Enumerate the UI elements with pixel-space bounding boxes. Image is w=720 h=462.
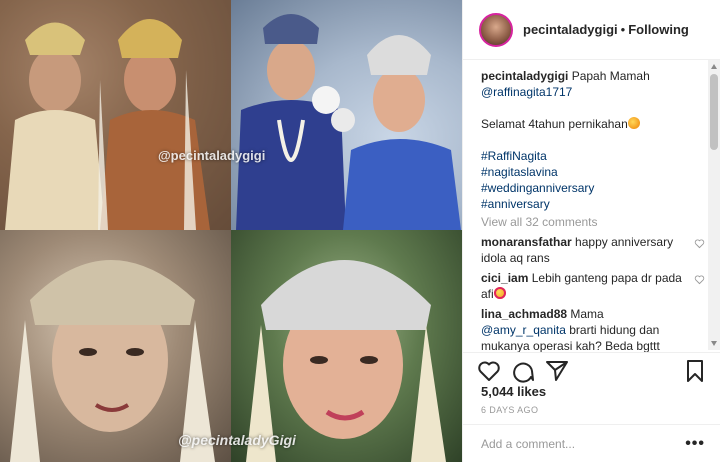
instagram-post: @pecintaladygigi @pecintaladyGigi pecint… — [0, 0, 720, 462]
comment-mention[interactable]: @amy_r_qanita — [481, 323, 566, 337]
caption-username[interactable]: pecintaladygigi — [481, 69, 568, 83]
like-heart-icon[interactable] — [477, 359, 501, 383]
hashtag[interactable]: #nagitaslavina — [481, 164, 705, 180]
share-icon[interactable] — [545, 359, 569, 383]
action-bar — [463, 352, 720, 386]
comment-username[interactable]: lina_achmad88 — [481, 307, 567, 321]
photo-quadrant-top-left — [0, 0, 231, 230]
like-comment-heart-icon[interactable] — [694, 238, 705, 249]
like-comment-heart-icon[interactable] — [694, 274, 705, 285]
comment-item: cici_iam Lebih ganteng papa dr pada afi — [481, 270, 705, 302]
more-options-icon[interactable]: ••• — [685, 435, 705, 453]
photo-quadrant-bottom-right — [231, 230, 462, 462]
photo-quadrant-bottom-left — [0, 230, 231, 462]
photo-quadrant-top-right — [231, 0, 462, 230]
photo-watermark-top: @pecintaladygigi — [158, 148, 266, 163]
comment-text: Mama — [570, 307, 604, 321]
hashtag[interactable]: #weddinganniversary — [481, 180, 705, 196]
kiss-emoji-icon — [627, 117, 640, 129]
post-side-panel: pecintaladygigi • Following pecintaladyg… — [462, 0, 720, 462]
bookmark-icon[interactable] — [683, 359, 707, 383]
view-all-comments-link[interactable]: View all 32 comments — [481, 214, 705, 230]
photo-watermark-bottom: @pecintaladyGigi — [178, 432, 296, 448]
comment-username[interactable]: monaransfathar — [481, 235, 572, 249]
avatar[interactable] — [479, 12, 513, 47]
post-header: pecintaladygigi • Following — [463, 0, 720, 60]
header-username[interactable]: pecintaladygigi — [523, 22, 618, 37]
comments-scrollbar[interactable] — [708, 60, 720, 350]
comment-item: lina_achmad88 Mama @amy_r_qanita brarti … — [481, 306, 705, 354]
caption-line2: Selamat 4tahun pernikahan — [481, 117, 628, 131]
scroll-down-arrow-icon[interactable] — [711, 341, 717, 346]
hashtag[interactable]: #RaffiNagita — [481, 148, 705, 164]
comment-bubble-icon[interactable] — [511, 359, 535, 383]
comment-item: monaransfathar happy anniversary idola a… — [481, 234, 705, 266]
caption: pecintaladygigi Papah Mamah @raffinagita… — [481, 68, 705, 212]
scroll-up-arrow-icon[interactable] — [711, 64, 717, 69]
hashtag[interactable]: #anniversary — [481, 196, 705, 212]
add-comment-input[interactable] — [481, 436, 686, 451]
caption-mention[interactable]: @raffinagita1717 — [481, 85, 572, 99]
scrollbar-thumb[interactable] — [710, 74, 718, 150]
comment-username[interactable]: cici_iam — [481, 271, 528, 285]
header-separator: • — [620, 22, 626, 37]
heart-eyes-emoji-icon — [493, 287, 506, 299]
comments-list[interactable]: pecintaladygigi Papah Mamah @raffinagita… — [481, 68, 705, 354]
post-timestamp[interactable]: 6 DAYS AGO — [481, 405, 538, 415]
add-comment-bar: ••• — [463, 424, 720, 462]
caption-text: Papah Mamah — [571, 69, 650, 83]
post-photo[interactable]: @pecintaladygigi @pecintaladyGigi — [0, 0, 462, 462]
following-button[interactable]: Following — [628, 22, 689, 37]
like-count[interactable]: 5,044 likes — [481, 384, 546, 399]
